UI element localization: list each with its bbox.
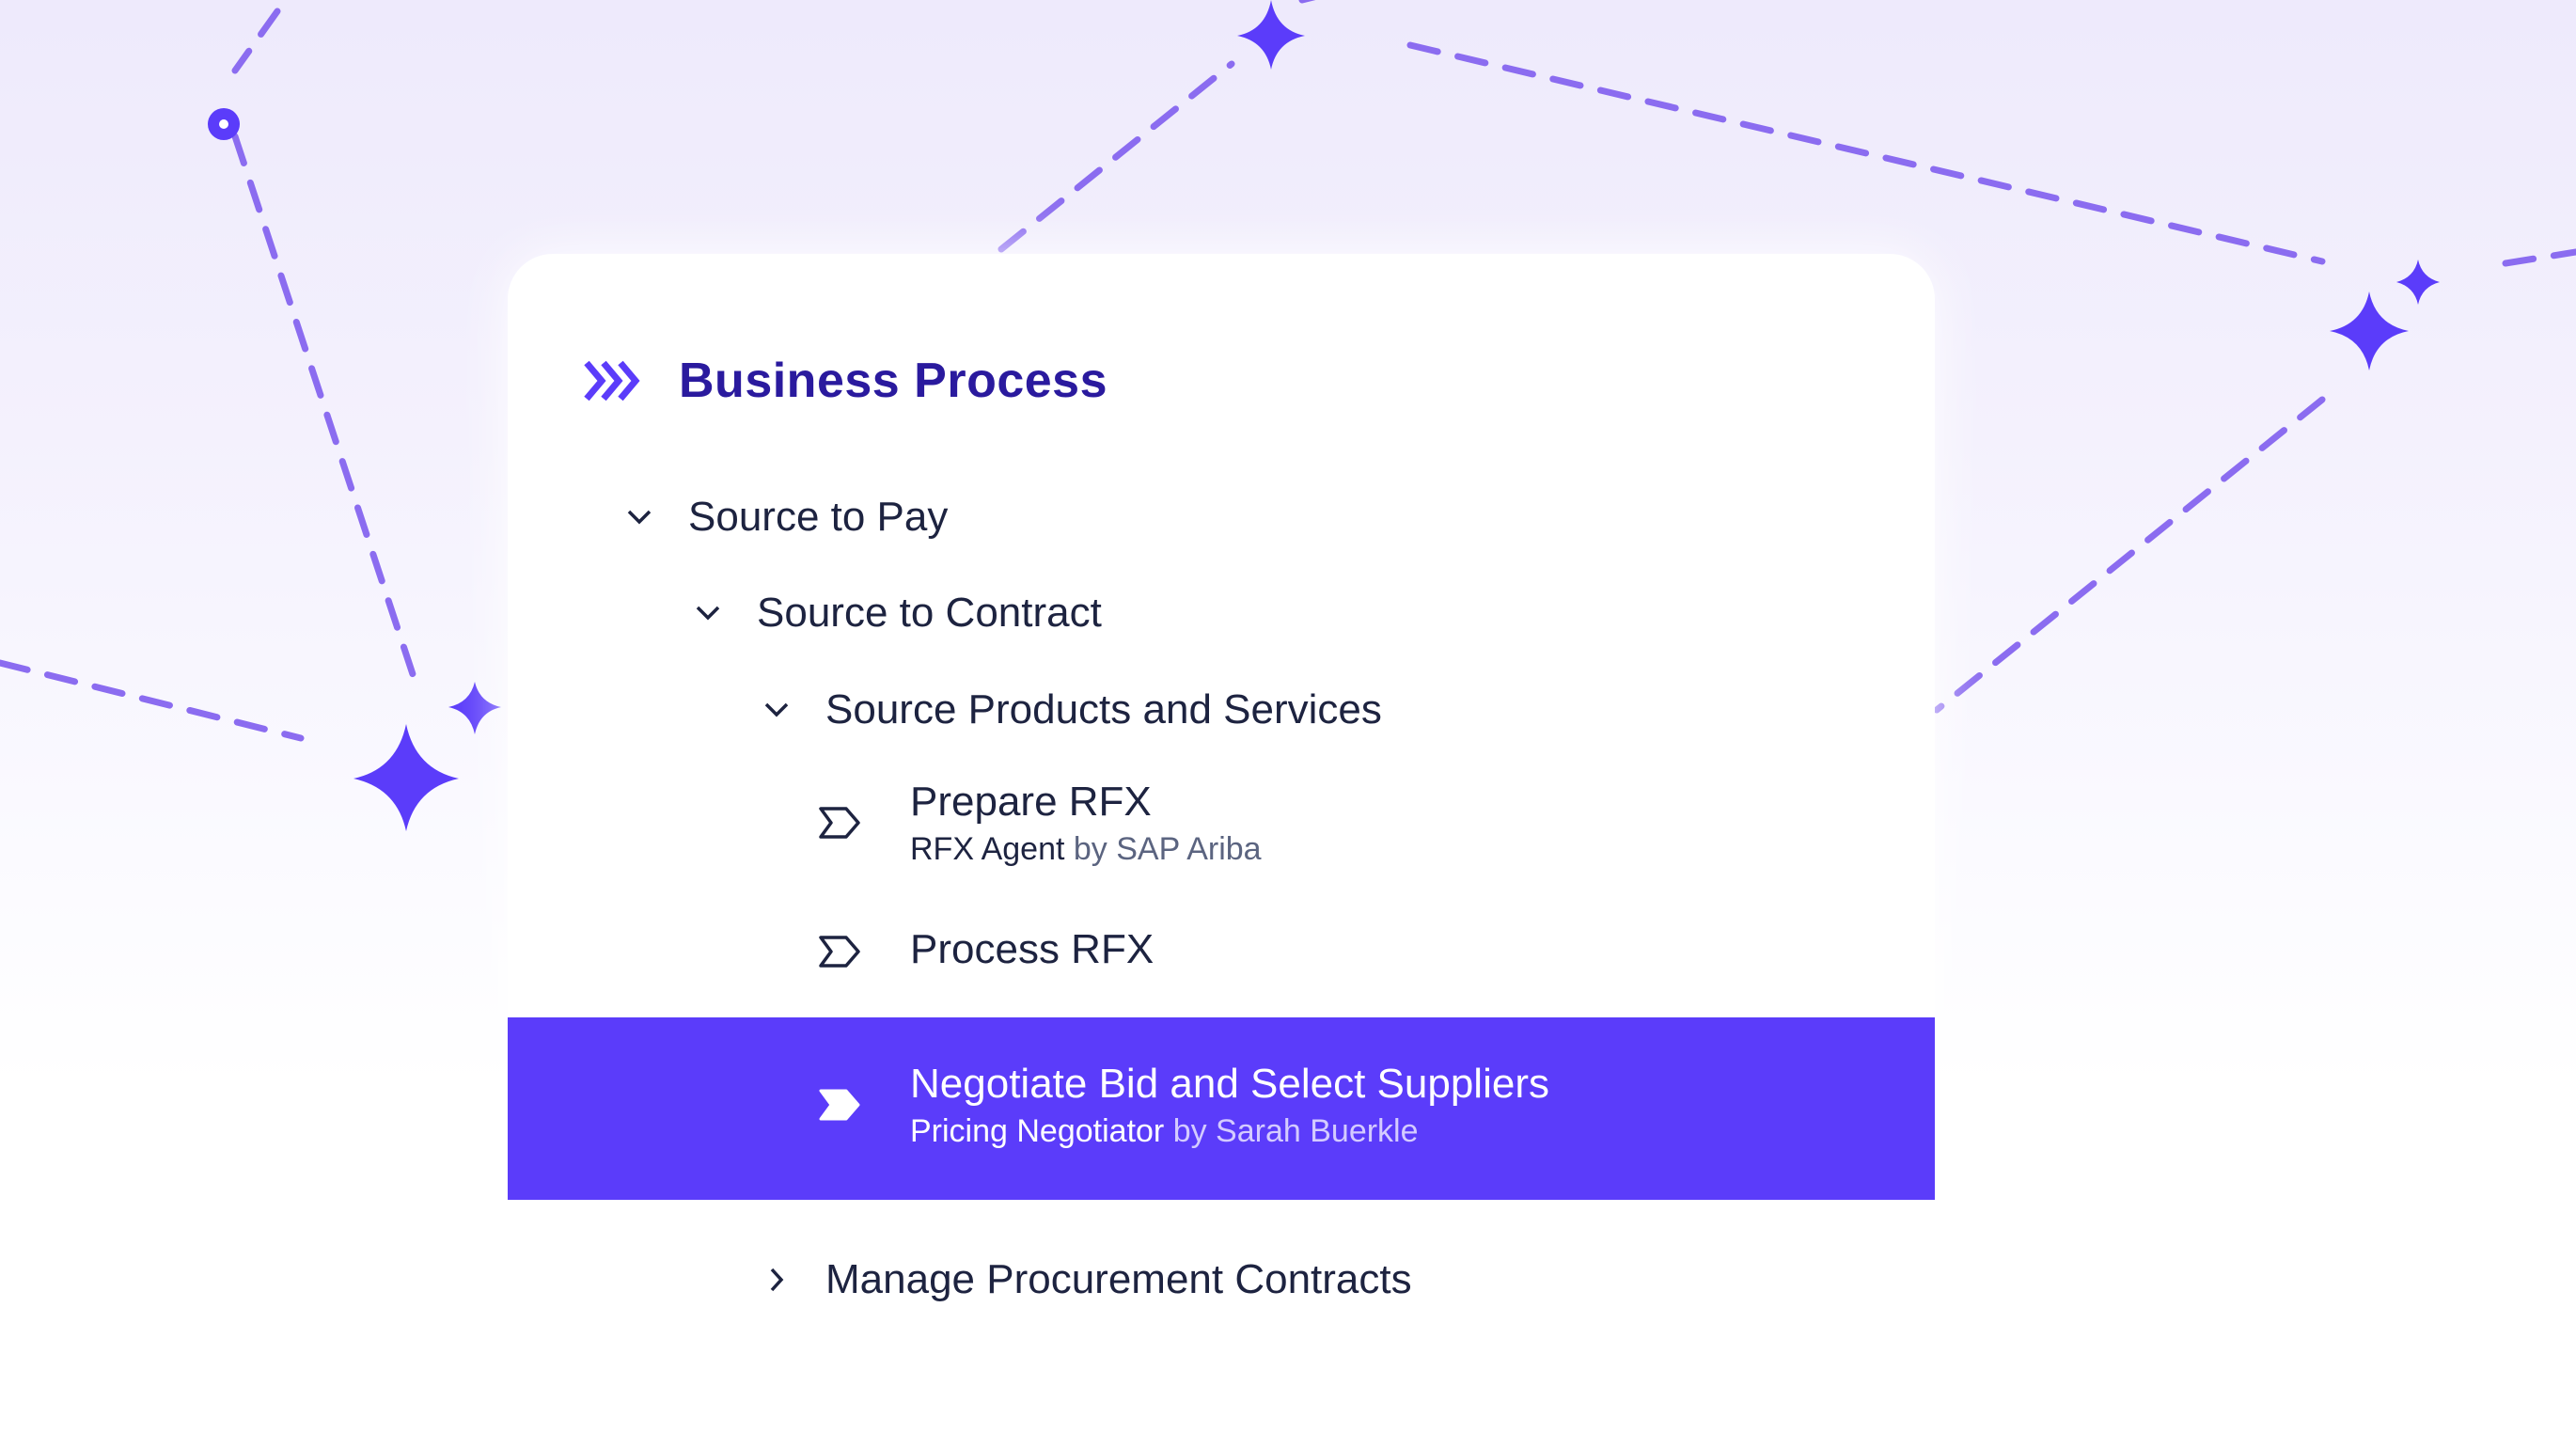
process-step-process-rfx[interactable]: Process RFX xyxy=(818,923,1154,976)
triple-chevron-right-icon xyxy=(583,357,643,404)
process-step-filled-icon xyxy=(818,1086,863,1124)
tree-node-source-products-and-services[interactable]: Source Products and Services xyxy=(758,682,1382,738)
process-step-prepare-rfx[interactable]: Prepare RFX RFX Agent by SAP Ariba xyxy=(818,776,1262,870)
agent-owner: by SAP Ariba xyxy=(1073,831,1262,867)
chevron-right-icon[interactable] xyxy=(758,1261,795,1299)
sparkle-icon xyxy=(448,682,501,734)
node-dot-icon xyxy=(208,108,240,140)
tree-node-source-to-pay[interactable]: Source to Pay xyxy=(620,489,948,545)
business-process-card: Business Process Source to Pay Source to… xyxy=(508,254,1935,1410)
process-step-icon xyxy=(818,933,863,970)
agent-name: RFX Agent xyxy=(910,831,1065,867)
sparkle-icon xyxy=(2396,260,2440,305)
page-title: Business Process xyxy=(679,354,1108,408)
process-step-title: Process RFX xyxy=(910,926,1154,972)
tree-node-label: Source to Contract xyxy=(757,590,1102,636)
sparkle-icon xyxy=(1237,0,1305,70)
process-step-negotiate-bid[interactable]: Negotiate Bid and Select Suppliers Prici… xyxy=(818,1058,1549,1152)
sparkle-icon xyxy=(2330,291,2409,370)
process-step-title: Prepare RFX xyxy=(910,779,1152,825)
selected-process-step-row[interactable]: Negotiate Bid and Select Suppliers Prici… xyxy=(508,1017,1935,1200)
chevron-down-icon[interactable] xyxy=(620,498,658,536)
tree-node-label: Source Products and Services xyxy=(825,686,1382,732)
process-step-subtitle: RFX Agent by SAP Ariba xyxy=(910,828,1262,870)
process-step-icon xyxy=(818,804,863,842)
chevron-down-icon[interactable] xyxy=(689,594,727,632)
process-step-subtitle: Pricing Negotiator by Sarah Buerkle xyxy=(910,1110,1549,1152)
chevron-down-icon[interactable] xyxy=(758,691,795,729)
tree-node-label: Manage Procurement Contracts xyxy=(825,1256,1412,1302)
card-header: Business Process xyxy=(583,343,1107,418)
tree-node-manage-procurement-contracts[interactable]: Manage Procurement Contracts xyxy=(758,1252,1412,1308)
process-step-title: Negotiate Bid and Select Suppliers xyxy=(910,1061,1549,1107)
agent-name: Pricing Negotiator xyxy=(910,1113,1165,1149)
tree-node-source-to-contract[interactable]: Source to Contract xyxy=(689,585,1102,641)
sparkle-icon xyxy=(353,724,459,831)
agent-owner: by Sarah Buerkle xyxy=(1172,1113,1419,1149)
tree-node-label: Source to Pay xyxy=(688,494,949,540)
